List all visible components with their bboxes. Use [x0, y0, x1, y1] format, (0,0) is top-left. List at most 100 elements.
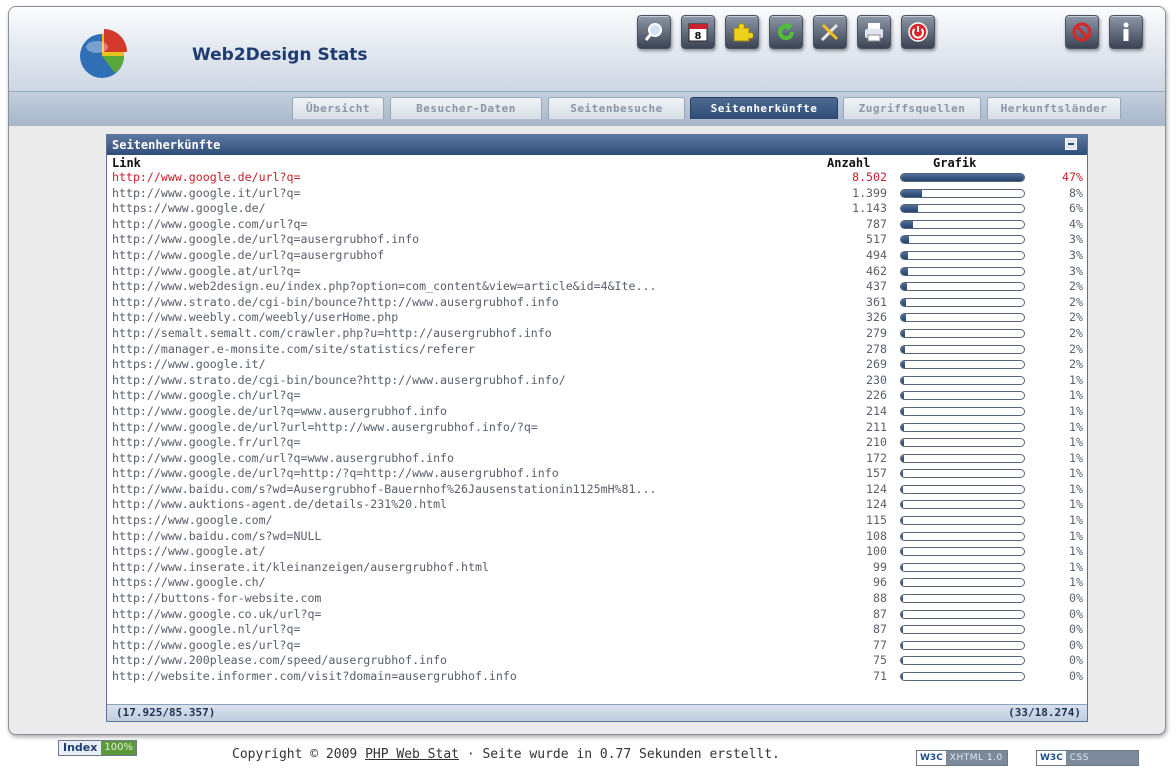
- table-row: https://www.google.de/1.143 6%: [107, 201, 1087, 217]
- referrer-link[interactable]: http://www.google.de/url?q=ausergrubhof.…: [112, 232, 817, 248]
- referrer-percent: 1%: [1069, 372, 1083, 387]
- tab-besucher-daten[interactable]: Besucher-Daten: [390, 97, 542, 119]
- php-web-stat-link[interactable]: PHP Web Stat: [365, 747, 459, 762]
- share-bar-fill: [901, 220, 913, 228]
- table-row: http://www.google.fr/url?q= 210 1%: [107, 435, 1087, 451]
- referrer-percent: 1%: [1069, 481, 1083, 496]
- referrer-link[interactable]: http://www.google.nl/url?q=: [112, 622, 817, 638]
- referrer-link[interactable]: http://www.inserate.it/kleinanzeigen/aus…: [112, 560, 817, 576]
- referrer-link[interactable]: http://www.baidu.com/s?wd=Ausergrubhof-B…: [112, 482, 817, 498]
- referrer-link[interactable]: https://www.google.com/: [112, 513, 817, 529]
- referrer-link[interactable]: http://www.baidu.com/s?wd=NULL: [112, 529, 817, 545]
- referrer-link[interactable]: http://www.google.it/url?q=: [112, 186, 817, 202]
- w3c-xhtml-badge[interactable]: W3C XHTML 1.0: [916, 750, 1008, 766]
- share-bar: [900, 625, 1025, 635]
- referrer-count: 269: [866, 357, 887, 372]
- share-bar: [900, 375, 1025, 385]
- referrer-link[interactable]: http://www.google.de/url?q=: [112, 170, 817, 186]
- referrer-percent: 0%: [1069, 606, 1083, 621]
- referrer-count: 211: [866, 419, 887, 434]
- tab-uebersicht[interactable]: Übersicht: [292, 97, 384, 119]
- referrer-link[interactable]: http://buttons-for-website.com: [112, 591, 817, 607]
- info-icon: [1123, 22, 1129, 41]
- referrer-link[interactable]: http://www.web2design.eu/index.php?optio…: [112, 279, 817, 295]
- share-bar-fill: [901, 298, 906, 306]
- info-button[interactable]: [1109, 15, 1143, 49]
- referrer-link[interactable]: http://www.google.ch/url?q=: [112, 388, 817, 404]
- table-row: https://www.google.com/115 1%: [107, 513, 1087, 529]
- referrer-percent: 47%: [1062, 170, 1083, 184]
- header: Web2Design Stats 8: [9, 7, 1165, 91]
- referrer-link[interactable]: http://manager.e-monsite.com/site/statis…: [112, 342, 817, 358]
- referrer-link[interactable]: http://www.200please.com/speed/ausergrub…: [112, 653, 817, 669]
- w3c-css-badge[interactable]: W3C CSS: [1036, 750, 1139, 766]
- referrer-link[interactable]: http://www.google.es/url?q=: [112, 638, 817, 654]
- share-bar: [900, 282, 1025, 292]
- print-button[interactable]: [857, 15, 891, 49]
- share-bar: [900, 594, 1025, 604]
- referrer-count: 100: [866, 544, 887, 559]
- calendar-button[interactable]: 8: [681, 15, 715, 49]
- refresh-button[interactable]: [769, 15, 803, 49]
- referrer-link[interactable]: https://www.google.at/: [112, 544, 817, 560]
- share-bar-fill: [901, 517, 903, 525]
- referrer-percent: 0%: [1069, 653, 1083, 668]
- table-row: https://www.google.ch/96 1%: [107, 575, 1087, 591]
- referrer-link[interactable]: https://www.google.ch/: [112, 575, 817, 591]
- referrer-percent: 3%: [1069, 263, 1083, 278]
- referrer-link[interactable]: http://www.auktions-agent.de/details-231…: [112, 497, 817, 513]
- table-row: http://www.google.co.uk/url?q= 87 0%: [107, 607, 1087, 623]
- panel-title: Seitenherkünfte: [112, 138, 221, 152]
- table-row: http://www.strato.de/cgi-bin/bounce?http…: [107, 373, 1087, 389]
- tools-button[interactable]: [813, 15, 847, 49]
- referrer-count: 8.502: [852, 170, 887, 184]
- referrer-percent: 3%: [1069, 232, 1083, 247]
- referrer-link[interactable]: https://www.google.it/: [112, 357, 817, 373]
- referrer-link[interactable]: http://semalt.semalt.com/crawler.php?u=h…: [112, 326, 817, 342]
- referrer-link[interactable]: http://www.google.co.uk/url?q=: [112, 607, 817, 623]
- referrer-percent: 0%: [1069, 591, 1083, 606]
- referrer-percent: 0%: [1069, 637, 1083, 652]
- entries-summary: (33/18.274): [1008, 706, 1081, 719]
- referrer-link[interactable]: http://www.google.de/url?q=www.ausergrub…: [112, 404, 817, 420]
- referrer-link[interactable]: http://www.google.com/url?q=www.ausergru…: [112, 451, 817, 467]
- referrer-count: 172: [866, 450, 887, 465]
- referrer-link[interactable]: http://www.strato.de/cgi-bin/bounce?http…: [112, 295, 817, 311]
- referrer-link[interactable]: http://www.google.de/url?q=ausergrubhof: [112, 248, 817, 264]
- plugin-button[interactable]: [725, 15, 759, 49]
- referrer-link[interactable]: https://www.google.de/: [112, 201, 817, 217]
- power-icon: [908, 22, 928, 42]
- tab-herkunftslaender[interactable]: Herkunftsländer: [987, 97, 1121, 119]
- referrer-panel: Seitenherkünfte Link Anzahl Grafik http:…: [106, 134, 1088, 722]
- referrer-link[interactable]: http://www.weebly.com/weebly/userHome.ph…: [112, 310, 817, 326]
- referrer-percent: 1%: [1069, 497, 1083, 512]
- referrer-link[interactable]: http://www.google.at/url?q=: [112, 264, 817, 280]
- share-bar-fill: [901, 673, 903, 680]
- referrer-percent: 3%: [1069, 247, 1083, 262]
- referrer-link[interactable]: http://website.informer.com/visit?domain…: [112, 669, 817, 685]
- referrer-count: 494: [866, 247, 887, 262]
- minimize-icon[interactable]: [1065, 138, 1077, 150]
- block-icon: [1072, 22, 1092, 42]
- table-row: http://www.google.de/url?q=www.ausergrub…: [107, 404, 1087, 420]
- search-button[interactable]: [637, 15, 671, 49]
- power-button[interactable]: [901, 15, 935, 49]
- block-button[interactable]: [1065, 15, 1099, 49]
- table-row: http://www.baidu.com/s?wd=NULL 108 1%: [107, 529, 1087, 545]
- tab-zugriffsquellen[interactable]: Zugriffsquellen: [843, 97, 981, 119]
- referrer-link[interactable]: http://www.strato.de/cgi-bin/bounce?http…: [112, 373, 817, 389]
- referrer-link[interactable]: http://www.google.de/url?url=http://www.…: [112, 420, 817, 436]
- share-bar-fill: [901, 329, 905, 337]
- referrer-percent: 1%: [1069, 435, 1083, 450]
- referrer-link[interactable]: http://www.google.com/url?q=: [112, 217, 817, 233]
- referrer-link[interactable]: http://www.google.fr/url?q=: [112, 435, 817, 451]
- referrer-link[interactable]: http://www.google.de/url?q=http:/?q=http…: [112, 466, 817, 482]
- tab-seitenherkuenfte[interactable]: Seitenherkünfte: [690, 97, 838, 119]
- index-badge-label: Index: [59, 741, 102, 755]
- index-badge[interactable]: Index 100%: [58, 740, 137, 756]
- referrer-percent: 1%: [1069, 544, 1083, 559]
- calendar-icon: 8: [688, 23, 708, 42]
- app-title: Web2Design Stats: [192, 45, 368, 65]
- tab-seitenbesuche[interactable]: Seitenbesuche: [548, 97, 685, 119]
- search-icon: [644, 23, 662, 41]
